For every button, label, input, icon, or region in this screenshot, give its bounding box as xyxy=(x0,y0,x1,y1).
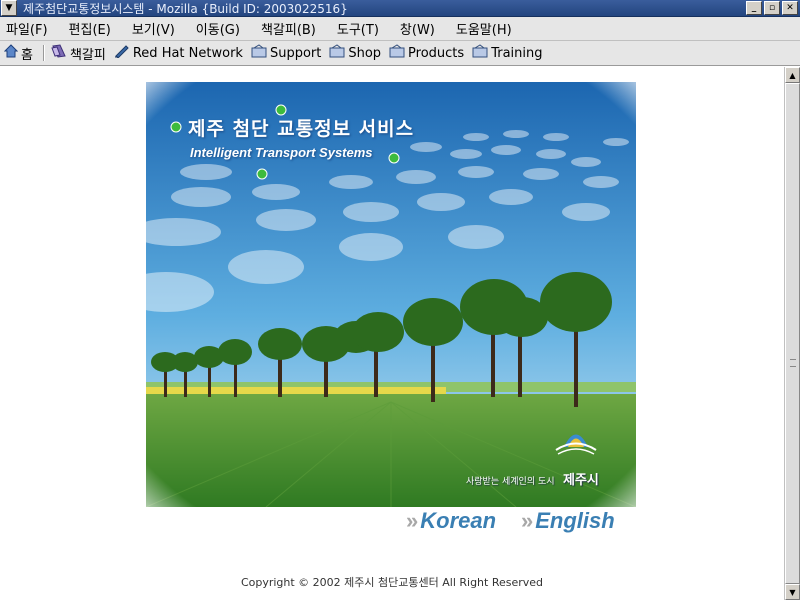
toolbar-link-support[interactable]: Support xyxy=(251,44,321,62)
folder-link-icon xyxy=(329,44,345,62)
toolbar-link-products[interactable]: Products xyxy=(389,44,464,62)
toolbar-separator xyxy=(42,45,45,61)
close-icon[interactable]: ✕ xyxy=(782,1,798,15)
scrollbar-thumb[interactable] xyxy=(785,83,800,584)
page-content: 제주 첨단 교통정보 서비스 Intelligent Transport Sys… xyxy=(0,67,784,600)
toolbar-link-label: Training xyxy=(491,45,543,61)
window-titlebar: ▼ 제주첨단교통정보시스템 - Mozilla {Build ID: 20030… xyxy=(0,0,800,17)
service-title-english: Intelligent Transport Systems xyxy=(190,145,373,160)
english-link-label: English xyxy=(535,508,615,533)
toolbar-link-label: Support xyxy=(269,45,322,61)
menu-bar: 파일(F) 편집(E) 보기(V) 이동(G) 책갈피(B) 도구(T) 창(W… xyxy=(0,17,800,41)
service-title-korean: 제주 첨단 교통정보 서비스 xyxy=(188,118,415,140)
toolbar-link-label: Red Hat Network xyxy=(132,45,243,61)
scroll-down-arrow-icon[interactable]: ▼ xyxy=(785,584,800,600)
korean-link-label: Korean xyxy=(420,508,497,533)
menu-tools[interactable]: 도구(T) xyxy=(337,19,379,38)
folder-link-icon xyxy=(472,44,488,62)
menu-go[interactable]: 이동(G) xyxy=(196,19,240,38)
menu-file[interactable]: 파일(F) xyxy=(6,19,48,38)
toolbar-link-training[interactable]: Training xyxy=(472,44,542,62)
vertical-scrollbar[interactable]: ▲ ▼ xyxy=(784,67,800,600)
city-slogan: 사랑받는 세계인의 도시 xyxy=(466,477,555,487)
maximize-icon[interactable]: ▫ xyxy=(764,1,780,15)
minimize-icon[interactable]: _ xyxy=(746,1,762,15)
home-label: 홈 xyxy=(21,47,33,63)
toolbar-link-label: Products xyxy=(408,45,465,61)
chevron-icon: » xyxy=(521,508,534,533)
window-title: 제주첨단교통정보시스템 - Mozilla {Build ID: 2003022… xyxy=(23,1,348,16)
home-icon xyxy=(3,44,19,62)
chevron-icon: » xyxy=(406,508,419,533)
toolbar-link-shop[interactable]: Shop xyxy=(329,44,381,62)
english-link[interactable]: »English xyxy=(521,508,615,534)
personal-toolbar: 홈 책갈피 Red Hat Network Support Shop Produ… xyxy=(0,41,800,66)
korean-link[interactable]: »Korean xyxy=(406,508,496,534)
scrollbar-grip-icon xyxy=(790,359,796,367)
menu-view[interactable]: 보기(V) xyxy=(132,19,175,38)
menu-window[interactable]: 창(W) xyxy=(400,19,435,38)
city-name: 제주시 xyxy=(563,473,599,488)
bookmark-icon xyxy=(51,44,67,62)
home-button[interactable]: 홈 xyxy=(3,44,33,63)
bookmarks-button[interactable]: 책갈피 xyxy=(51,44,106,63)
toolbar-link-red-hat-network[interactable]: Red Hat Network xyxy=(114,44,243,62)
menu-bookmarks[interactable]: 책갈피(B) xyxy=(261,19,316,38)
menu-help[interactable]: 도움말(H) xyxy=(456,19,512,38)
folder-link-icon xyxy=(251,44,267,62)
pen-icon xyxy=(114,44,130,62)
hero-banner: 제주 첨단 교통정보 서비스 Intelligent Transport Sys… xyxy=(146,82,636,507)
window-menu-icon[interactable]: ▼ xyxy=(1,0,17,16)
folder-link-icon xyxy=(389,44,405,62)
menu-edit[interactable]: 편집(E) xyxy=(69,19,111,38)
bookmarks-label: 책갈피 xyxy=(69,47,106,63)
copyright-footer: Copyright © 2002 제주시 첨단교통센터 All Right Re… xyxy=(240,576,544,589)
scroll-up-arrow-icon[interactable]: ▲ xyxy=(785,67,800,83)
toolbar-link-label: Shop xyxy=(348,45,382,61)
